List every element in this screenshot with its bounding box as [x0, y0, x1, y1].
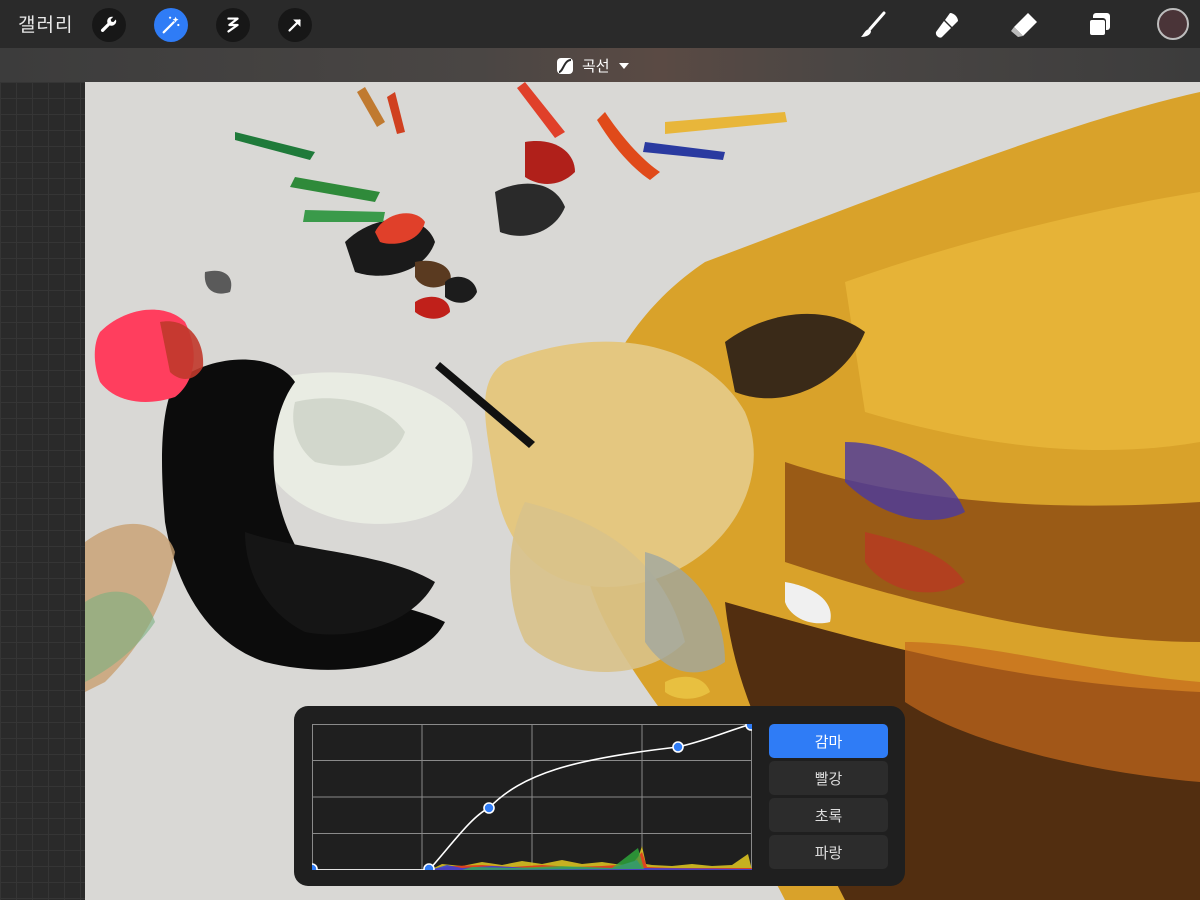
- gallery-button[interactable]: 갤러리: [18, 10, 73, 37]
- top-toolbar: 갤러리: [0, 0, 1200, 48]
- curve-point[interactable]: [483, 802, 495, 814]
- curve-point[interactable]: [672, 741, 684, 753]
- channel-blue-button[interactable]: 파랑: [769, 835, 888, 869]
- channel-list: 감마 빨강 초록 파랑: [769, 724, 888, 872]
- adjustment-mode-label: 곡선: [582, 57, 610, 75]
- channel-green-button[interactable]: 초록: [769, 798, 888, 832]
- curve-grid: [312, 724, 752, 870]
- curve-point[interactable]: [745, 719, 757, 731]
- smudge-icon[interactable]: [931, 9, 963, 41]
- adjustment-mode-dropdown[interactable]: 곡선: [556, 55, 630, 76]
- channel-red-button[interactable]: 빨강: [769, 761, 888, 795]
- layers-icon[interactable]: [1083, 9, 1115, 41]
- channel-gamma-button[interactable]: 감마: [769, 724, 888, 758]
- curve-point[interactable]: [423, 863, 435, 875]
- transform-arrow-icon[interactable]: [278, 8, 312, 42]
- curve-graph[interactable]: [306, 719, 757, 875]
- curve-point[interactable]: [306, 863, 318, 875]
- magic-wand-icon[interactable]: [154, 8, 188, 42]
- color-swatch[interactable]: [1157, 8, 1189, 40]
- histogram: [430, 846, 752, 870]
- eraser-icon[interactable]: [1008, 9, 1040, 41]
- brush-icon[interactable]: [857, 9, 889, 41]
- chevron-down-icon: [618, 62, 629, 69]
- curves-icon: [557, 57, 573, 74]
- wrench-icon[interactable]: [92, 8, 126, 42]
- selection-icon[interactable]: [216, 8, 250, 42]
- canvas-margin-grid: [0, 82, 85, 900]
